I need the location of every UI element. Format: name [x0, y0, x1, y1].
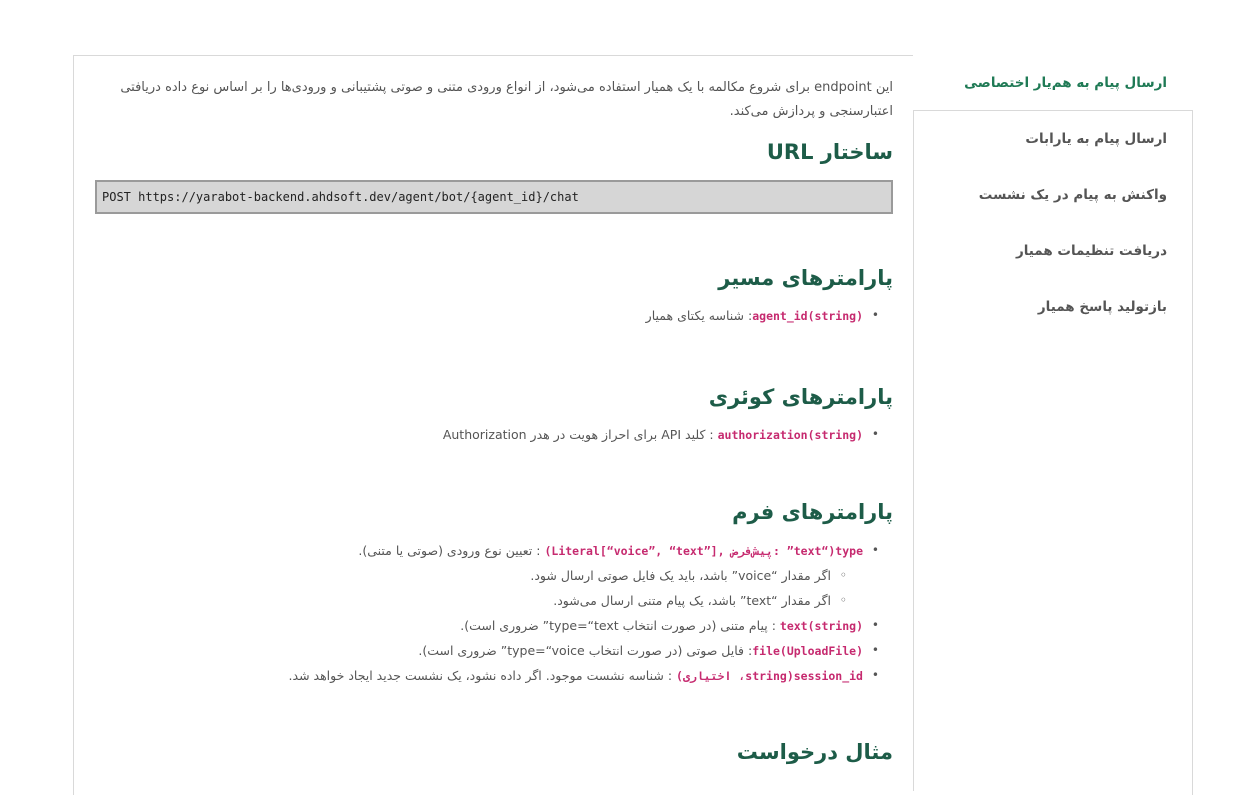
url-code-block: POST https://yarabot-backend.ahdsoft.dev… — [95, 180, 893, 214]
path-params-list: agent_id(string): شناسه یکتای همیار — [646, 303, 893, 328]
param-desc: : شناسه نشست موجود. اگر داده نشود، یک نش… — [288, 668, 677, 683]
list-item: agent_id(string): شناسه یکتای همیار — [646, 303, 893, 328]
param-desc: اگر مقدار “voice” باشد، باید یک فایل صوت… — [530, 568, 831, 583]
list-item: type(“text” :پیش‌فرض ,[”Literal[“voice”,… — [289, 538, 893, 563]
tab-send-private-assistant[interactable]: ارسال پیام به هم‌یار اختصاصی — [913, 55, 1193, 111]
param-code: authorization(string) — [717, 428, 863, 442]
tab-label: واکنش به پیام در یک نشست — [978, 187, 1167, 203]
tab-regenerate-response[interactable]: بازتولید پاسخ همیار — [913, 279, 1193, 335]
query-params-list: authorization(string) : کلید API برای اح… — [443, 422, 893, 447]
list-item: اگر مقدار “voice” باشد، باید یک فایل صوت… — [289, 563, 893, 588]
query-params-heading: پارامترهای کوئری — [708, 385, 893, 409]
request-example-heading: مثال درخواست — [736, 740, 893, 764]
list-item: text(string) : پیام متنی (در صورت انتخاب… — [289, 613, 893, 638]
tab-label: بازتولید پاسخ همیار — [1037, 299, 1167, 315]
list-item: اگر مقدار “text” باشد، یک پیام متنی ارسا… — [289, 588, 893, 613]
tab-label: ارسال پیام به یارابات — [1025, 131, 1167, 147]
param-code: session_id(string، اختیاری) — [676, 669, 863, 683]
param-desc: : فایل صوتی (در صورت انتخاب type=“voice”… — [418, 643, 753, 658]
param-code: file(UploadFile) — [752, 644, 863, 658]
list-item: file(UploadFile): فایل صوتی (در صورت انت… — [289, 638, 893, 663]
param-desc: : کلید API برای احراز هویت در هدر Author… — [442, 427, 718, 442]
param-desc: : شناسه یکتای همیار — [645, 308, 753, 323]
form-params-list: type(“text” :پیش‌فرض ,[”Literal[“voice”,… — [289, 538, 893, 688]
tab-react-message[interactable]: واکنش به پیام در یک نشست — [913, 167, 1193, 223]
tab-label: ارسال پیام به هم‌یار اختصاصی — [964, 74, 1167, 91]
url-heading: ساختار URL — [766, 140, 893, 164]
endpoint-tabs: ارسال پیام به هم‌یار اختصاصی ارسال پیام … — [913, 55, 1193, 335]
list-item: session_id(string، اختیاری) : شناسه نشست… — [289, 663, 893, 688]
tab-send-yarabot[interactable]: ارسال پیام به یارابات — [913, 111, 1193, 167]
form-params-heading: پارامترهای فرم — [732, 500, 893, 524]
endpoint-doc: این endpoint برای شروع مکالمه با یک همیا… — [95, 76, 893, 764]
param-desc: اگر مقدار “text” باشد، یک پیام متنی ارسا… — [553, 593, 831, 608]
list-item: authorization(string) : کلید API برای اح… — [443, 422, 893, 447]
param-code: text(string) — [779, 619, 863, 633]
intro-text: این endpoint برای شروع مکالمه با یک همیا… — [120, 80, 893, 119]
param-code: type(“text” :پیش‌فرض ,[”Literal[“voice”,… — [544, 544, 863, 558]
path-params-heading: پارامترهای مسیر — [718, 266, 893, 290]
param-desc: : پیام متنی (در صورت انتخاب type=“text” … — [460, 618, 780, 633]
tab-label: دریافت تنظیمات همیار — [1015, 243, 1167, 259]
tab-get-settings[interactable]: دریافت تنظیمات همیار — [913, 223, 1193, 279]
param-desc: : تعیین نوع ورودی (صوتی یا متنی). — [358, 543, 545, 558]
param-code: agent_id(string) — [752, 309, 863, 323]
